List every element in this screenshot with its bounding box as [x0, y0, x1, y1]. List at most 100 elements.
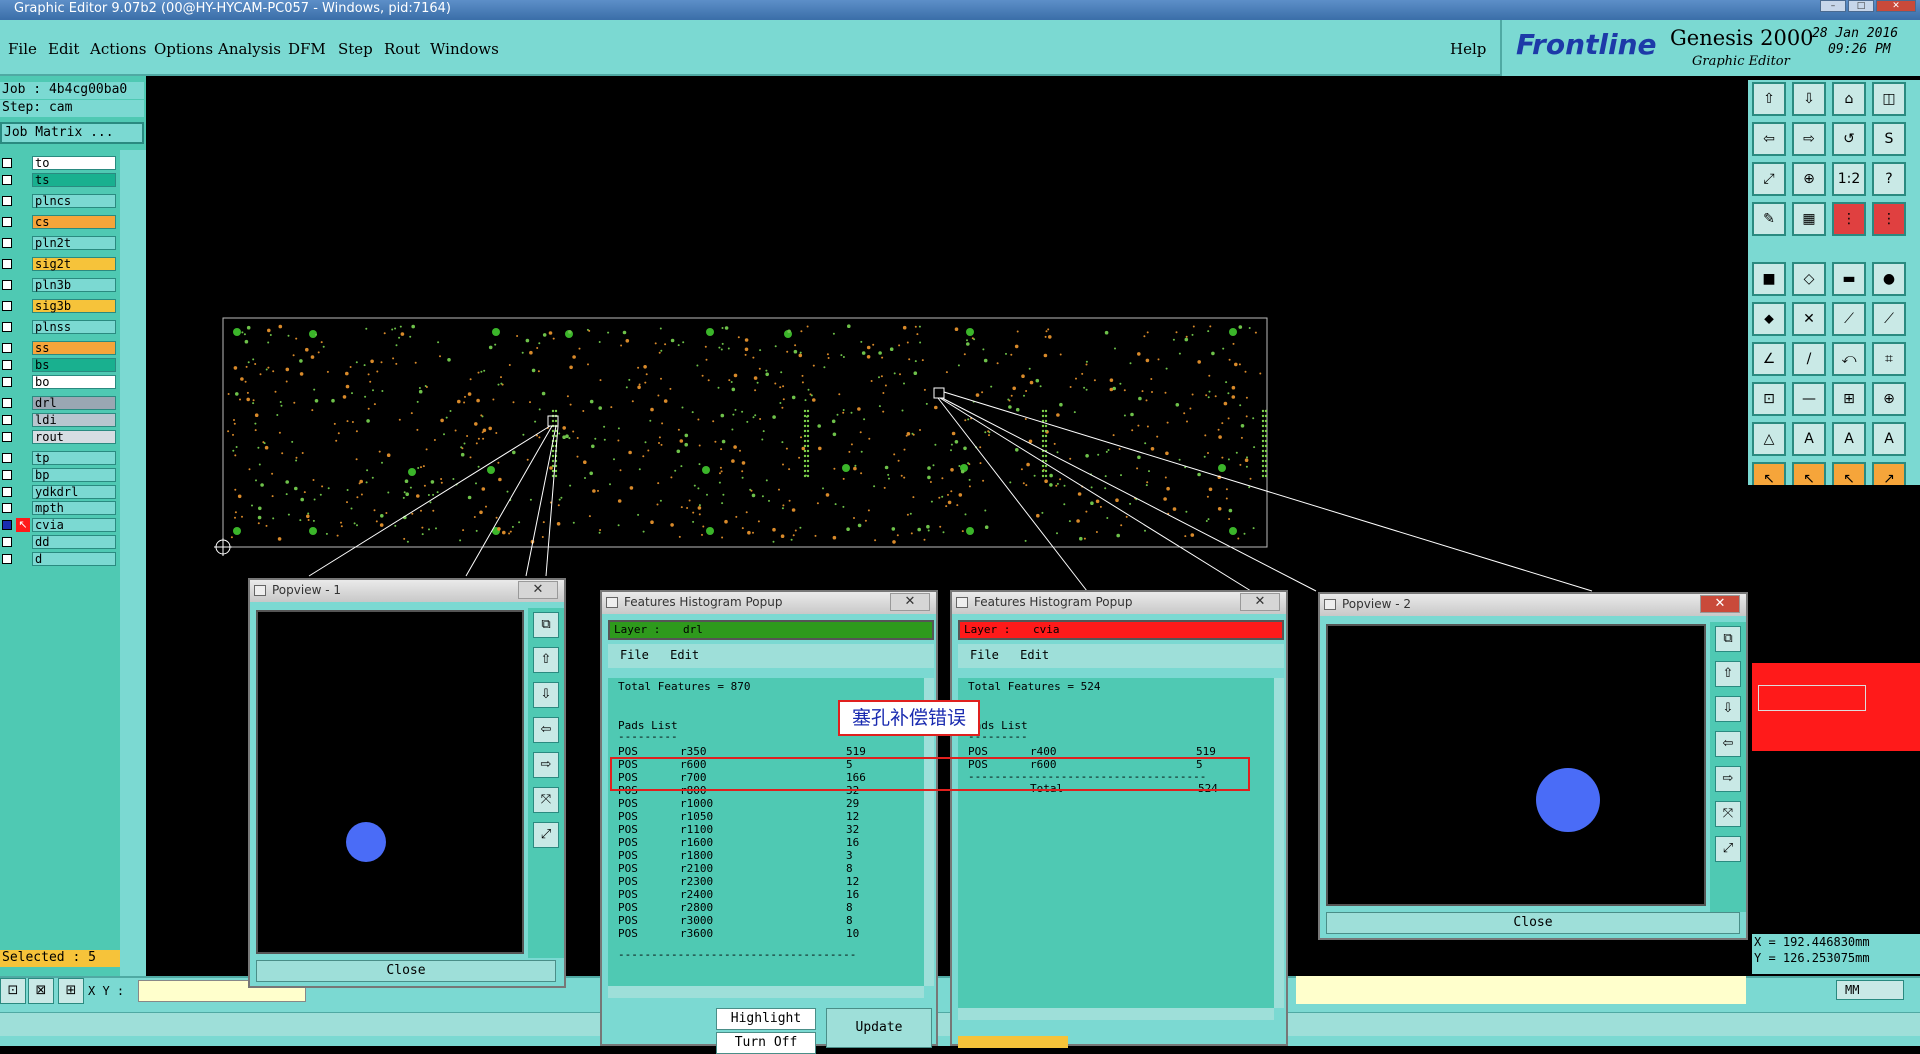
- menu-actions[interactable]: Actions: [90, 40, 146, 58]
- layer-checkbox[interactable]: [2, 301, 12, 311]
- layer-name[interactable]: drl: [32, 396, 116, 410]
- layer-name[interactable]: bp: [32, 468, 116, 482]
- tool-button-icon[interactable]: ▬: [1832, 262, 1866, 296]
- turn-off-button[interactable]: Turn Off: [716, 1032, 816, 1054]
- tool-button-icon[interactable]: ◫: [1872, 82, 1906, 116]
- menu-windows[interactable]: Windows: [430, 40, 499, 58]
- layer-name[interactable]: tp: [32, 451, 116, 465]
- layer-row[interactable]: d: [0, 552, 118, 566]
- popview-tool-icon[interactable]: ⇧: [533, 647, 559, 673]
- layer-name[interactable]: ydkdrl: [32, 485, 116, 499]
- highlight-button[interactable]: Highlight: [716, 1008, 816, 1030]
- tool-button-icon[interactable]: ⋮: [1872, 202, 1906, 236]
- popview-tool-icon[interactable]: ⤧: [1715, 801, 1741, 827]
- tool-button-icon[interactable]: ⬥: [1752, 302, 1786, 336]
- layer-checkbox[interactable]: [2, 196, 12, 206]
- status-tool-2-icon[interactable]: ⊠: [28, 978, 54, 1004]
- minimize-button[interactable]: –: [1820, 0, 1846, 12]
- layer-row[interactable]: rout: [0, 430, 118, 444]
- popview-tool-icon[interactable]: ⇧: [1715, 661, 1741, 687]
- tool-button-icon[interactable]: ⤢: [1752, 162, 1786, 196]
- layer-row[interactable]: cvia ↖: [0, 518, 118, 532]
- histogram-2-scrollbar[interactable]: [1274, 678, 1284, 1008]
- job-matrix-button[interactable]: Job Matrix ...: [0, 122, 144, 144]
- layer-name[interactable]: pln2t: [32, 236, 116, 250]
- tool-button-icon[interactable]: A: [1792, 422, 1826, 456]
- layer-checkbox[interactable]: [2, 487, 12, 497]
- maximize-button[interactable]: □: [1848, 0, 1874, 12]
- layer-name[interactable]: bs: [32, 358, 116, 372]
- layer-checkbox[interactable]: [2, 554, 12, 564]
- update-button[interactable]: Update: [826, 1008, 932, 1048]
- layer-name[interactable]: d: [32, 552, 116, 566]
- popview-tool-icon[interactable]: ⇨: [533, 752, 559, 778]
- popview-tool-icon[interactable]: ⇩: [1715, 696, 1741, 722]
- layer-checkbox[interactable]: [2, 158, 12, 168]
- hist1-menu-edit[interactable]: Edit: [670, 648, 699, 662]
- tool-button-icon[interactable]: ∠: [1752, 342, 1786, 376]
- tool-button-icon[interactable]: ■: [1752, 262, 1786, 296]
- histogram-1-hscroll[interactable]: [608, 986, 924, 998]
- popview-tool-icon[interactable]: ⇩: [533, 682, 559, 708]
- layer-row[interactable]: pln3b: [0, 278, 118, 292]
- histogram-2-button-partial[interactable]: [958, 1036, 1068, 1048]
- layer-name[interactable]: sig3b: [32, 299, 116, 313]
- tool-button-icon[interactable]: S: [1872, 122, 1906, 156]
- layer-name[interactable]: bo: [32, 375, 116, 389]
- status-tool-1-icon[interactable]: ⊡: [0, 978, 26, 1004]
- tool-button-icon[interactable]: ✎: [1752, 202, 1786, 236]
- popview-tool-icon[interactable]: ⧉: [533, 612, 559, 638]
- layer-checkbox[interactable]: [2, 377, 12, 387]
- popview-1-close-icon[interactable]: ✕: [518, 581, 558, 599]
- popview-2-close-icon[interactable]: ✕: [1700, 595, 1740, 613]
- layer-row[interactable]: ldi: [0, 413, 118, 427]
- tool-button-icon[interactable]: ⇦: [1752, 122, 1786, 156]
- layer-checkbox[interactable]: [2, 537, 12, 547]
- layer-row[interactable]: to: [0, 156, 118, 170]
- tool-button-icon[interactable]: ⇨: [1792, 122, 1826, 156]
- tool-button-icon[interactable]: A: [1832, 422, 1866, 456]
- tool-button-icon[interactable]: ⊞: [1832, 382, 1866, 416]
- tool-button-icon[interactable]: ⊡: [1752, 382, 1786, 416]
- tool-button-icon[interactable]: ⊕: [1872, 382, 1906, 416]
- tool-button-icon[interactable]: ⌂: [1832, 82, 1866, 116]
- tool-button-icon[interactable]: A: [1872, 422, 1906, 456]
- layer-checkbox[interactable]: [2, 503, 12, 513]
- layer-name[interactable]: plncs: [32, 194, 116, 208]
- tool-button-icon[interactable]: ⟋: [1832, 302, 1866, 336]
- layer-row[interactable]: sig3b: [0, 299, 118, 313]
- layer-checkbox[interactable]: [2, 470, 12, 480]
- popview-tool-icon[interactable]: ⤢: [1715, 836, 1741, 862]
- unit-selector[interactable]: MM: [1836, 980, 1904, 1000]
- layer-row[interactable]: ss: [0, 341, 118, 355]
- tool-button-icon[interactable]: ⋮: [1832, 202, 1866, 236]
- layer-row[interactable]: mpth: [0, 501, 118, 515]
- layer-checkbox[interactable]: [2, 415, 12, 425]
- layer-checkbox[interactable]: [2, 238, 12, 248]
- histogram-1-close-icon[interactable]: ✕: [890, 593, 930, 611]
- layer-name[interactable]: plnss: [32, 320, 116, 334]
- layer-checkbox[interactable]: [2, 398, 12, 408]
- tool-button-icon[interactable]: ⊕: [1792, 162, 1826, 196]
- layer-checkbox[interactable]: [2, 322, 12, 332]
- popview-tool-icon[interactable]: ⇨: [1715, 766, 1741, 792]
- layer-row[interactable]: sig2t: [0, 257, 118, 271]
- popview-tool-icon[interactable]: ⇦: [1715, 731, 1741, 757]
- tool-button-icon[interactable]: ●: [1872, 262, 1906, 296]
- layer-row[interactable]: cs: [0, 215, 118, 229]
- layer-row[interactable]: plncs: [0, 194, 118, 208]
- layer-checkbox[interactable]: [2, 280, 12, 290]
- layer-row[interactable]: bp: [0, 468, 118, 482]
- layer-row[interactable]: drl: [0, 396, 118, 410]
- popview-tool-icon[interactable]: ⤢: [533, 822, 559, 848]
- layer-row[interactable]: ts: [0, 173, 118, 187]
- tool-button-icon[interactable]: ✕: [1792, 302, 1826, 336]
- menu-file[interactable]: File: [8, 40, 37, 58]
- hist2-menu-file[interactable]: File: [970, 648, 999, 662]
- tool-button-icon[interactable]: 1:2: [1832, 162, 1866, 196]
- hist2-menu-edit[interactable]: Edit: [1020, 648, 1049, 662]
- tool-button-icon[interactable]: ⇩: [1792, 82, 1826, 116]
- tool-button-icon[interactable]: ⌗: [1872, 342, 1906, 376]
- layer-name[interactable]: ss: [32, 341, 116, 355]
- menu-help[interactable]: Help: [1450, 40, 1486, 58]
